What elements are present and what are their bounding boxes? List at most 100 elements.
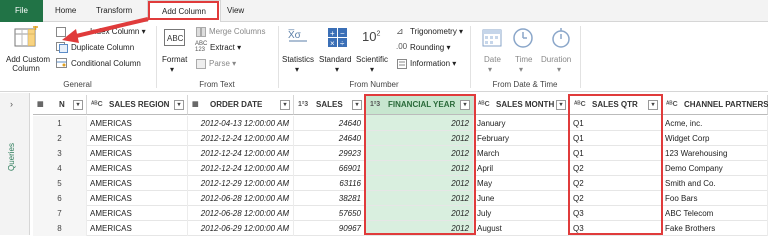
- table-cell[interactable]: June: [474, 191, 570, 206]
- table-cell[interactable]: March: [474, 146, 570, 161]
- tab-file[interactable]: File: [0, 0, 43, 22]
- conditional-column-button[interactable]: Conditional Column: [71, 59, 141, 68]
- group-label-from-number: From Number: [349, 80, 399, 89]
- table-cell[interactable]: 24640: [294, 116, 366, 131]
- table-cell[interactable]: 5: [33, 176, 87, 191]
- table-cell[interactable]: 63116: [294, 176, 366, 191]
- format-label: Format: [162, 55, 188, 64]
- table-cell[interactable]: May: [474, 176, 570, 191]
- trigonometry-icon: ⊿: [396, 26, 404, 36]
- time-button[interactable]: Time: [515, 55, 532, 64]
- group-label-general: General: [63, 80, 92, 89]
- table-cell[interactable]: April: [474, 161, 570, 176]
- table-cell[interactable]: 24640: [294, 131, 366, 146]
- column-header-sales[interactable]: 1²3 SALES ▾: [294, 95, 366, 115]
- table-cell[interactable]: 4: [33, 161, 87, 176]
- parse-button[interactable]: Parse ▾: [209, 59, 236, 68]
- table-cell[interactable]: ABC Telecom: [662, 206, 768, 221]
- chevron-down-icon[interactable]: ▾: [174, 100, 184, 110]
- table-cell[interactable]: AMERICAS: [87, 176, 188, 191]
- table-cell[interactable]: 90967: [294, 221, 366, 236]
- datetime-type-icon: ▦: [192, 101, 199, 108]
- table-cell[interactable]: 2: [33, 131, 87, 146]
- table-cell[interactable]: AMERICAS: [87, 206, 188, 221]
- table-cell[interactable]: Acme, inc.: [662, 116, 768, 131]
- column-header-channel-partners[interactable]: ᴬᴮC CHANNEL PARTNERS: [662, 95, 768, 115]
- table-cell[interactable]: 2012-06-28 12:00:00 AM: [188, 191, 294, 206]
- chevron-right-icon[interactable]: ›: [10, 99, 13, 109]
- merge-columns-icon: [196, 27, 206, 39]
- statistics-button[interactable]: Statistics: [282, 55, 314, 64]
- table-cell[interactable]: 3: [33, 146, 87, 161]
- add-custom-column-button[interactable]: Add Custom Column: [6, 55, 50, 73]
- date-button[interactable]: Date: [484, 55, 501, 64]
- highlight-box-sales-qtr: [568, 94, 663, 235]
- table-cell[interactable]: 1: [33, 116, 87, 131]
- statistics-icon: X̅σ: [287, 28, 309, 50]
- table-cell[interactable]: 2012-04-13 12:00:00 AM: [188, 116, 294, 131]
- rounding-button[interactable]: Rounding ▾: [410, 43, 451, 52]
- table-cell[interactable]: Foo Bars: [662, 191, 768, 206]
- number-type-icon: 1²3: [298, 101, 309, 108]
- merge-columns-button[interactable]: Merge Columns: [209, 27, 265, 36]
- format-button[interactable]: Format: [162, 55, 187, 64]
- table-cell[interactable]: 38281: [294, 191, 366, 206]
- queries-label: Queries: [7, 142, 16, 171]
- table-cell[interactable]: July: [474, 206, 570, 221]
- extract-button[interactable]: Extract ▾: [210, 43, 241, 52]
- table-cell[interactable]: 66901: [294, 161, 366, 176]
- trigonometry-button[interactable]: Trigonometry ▾: [410, 27, 463, 36]
- tab-view[interactable]: View: [227, 0, 244, 22]
- table-cell[interactable]: Demo Company: [662, 161, 768, 176]
- table-cell[interactable]: 123 Warehousing: [662, 146, 768, 161]
- table-cell[interactable]: February: [474, 131, 570, 146]
- table-cell[interactable]: 29923: [294, 146, 366, 161]
- table-cell[interactable]: 8: [33, 221, 87, 236]
- table-cell[interactable]: 2012-12-24 12:00:00 AM: [188, 146, 294, 161]
- table-cell[interactable]: 2012-06-29 12:00:00 AM: [188, 221, 294, 236]
- table-cell[interactable]: August: [474, 221, 570, 236]
- chevron-down-icon: ▾: [170, 65, 175, 74]
- table-cell[interactable]: January: [474, 116, 570, 131]
- scientific-button[interactable]: Scientific: [356, 55, 388, 64]
- column-header-sales-month[interactable]: ᴬᴮC SALES MONTH ▾: [474, 95, 570, 115]
- power-query-window: File Home Transform Add Column View Add …: [0, 0, 768, 236]
- table-cell[interactable]: AMERICAS: [87, 116, 188, 131]
- chevron-down-icon[interactable]: ▾: [352, 100, 362, 110]
- column-header-label: SALES MONTH: [496, 100, 555, 109]
- table-cell[interactable]: Smith and Co.: [662, 176, 768, 191]
- red-arrow-annotation: [62, 17, 149, 43]
- table-cell[interactable]: AMERICAS: [87, 191, 188, 206]
- table-cell[interactable]: 2012-12-29 12:00:00 AM: [188, 176, 294, 191]
- chevron-down-icon: ▾: [295, 65, 300, 74]
- svg-text:ABC: ABC: [167, 34, 184, 43]
- ribbon-separator: [470, 26, 471, 88]
- column-header-index[interactable]: ▦ N ▾: [33, 95, 87, 115]
- chevron-down-icon[interactable]: ▾: [73, 100, 83, 110]
- table-cell[interactable]: 7: [33, 206, 87, 221]
- svg-text:÷: ÷: [340, 39, 345, 48]
- table-cell[interactable]: 57650: [294, 206, 366, 221]
- table-cell[interactable]: 2012-12-24 12:00:00 AM: [188, 161, 294, 176]
- chevron-down-icon[interactable]: ▾: [556, 100, 566, 110]
- table-cell[interactable]: AMERICAS: [87, 146, 188, 161]
- standard-button[interactable]: Standard: [319, 55, 351, 64]
- queries-panel[interactable]: › Queries: [0, 93, 30, 235]
- table-cell[interactable]: Widget Corp: [662, 131, 768, 146]
- duration-icon: [550, 27, 572, 51]
- table-cell[interactable]: AMERICAS: [87, 131, 188, 146]
- column-header-sales-region[interactable]: ᴬᴮC SALES REGION ▾: [87, 95, 188, 115]
- table-cell[interactable]: Fake Brothers: [662, 221, 768, 236]
- table-cell[interactable]: 2012-12-24 12:00:00 AM: [188, 131, 294, 146]
- table-cell[interactable]: 6: [33, 191, 87, 206]
- column-header-order-date[interactable]: ▦ ORDER DATE ▾: [188, 95, 294, 115]
- add-custom-column-icon: [14, 25, 40, 50]
- chevron-down-icon[interactable]: ▾: [280, 100, 290, 110]
- table-cell[interactable]: AMERICAS: [87, 221, 188, 236]
- chevron-down-icon: ▾: [557, 65, 562, 74]
- table-cell[interactable]: 2012-06-28 12:00:00 AM: [188, 206, 294, 221]
- table-cell[interactable]: AMERICAS: [87, 161, 188, 176]
- duration-button[interactable]: Duration: [541, 55, 571, 64]
- information-button[interactable]: Information ▾: [410, 59, 456, 68]
- column-header-label: CHANNEL PARTNERS: [684, 100, 768, 109]
